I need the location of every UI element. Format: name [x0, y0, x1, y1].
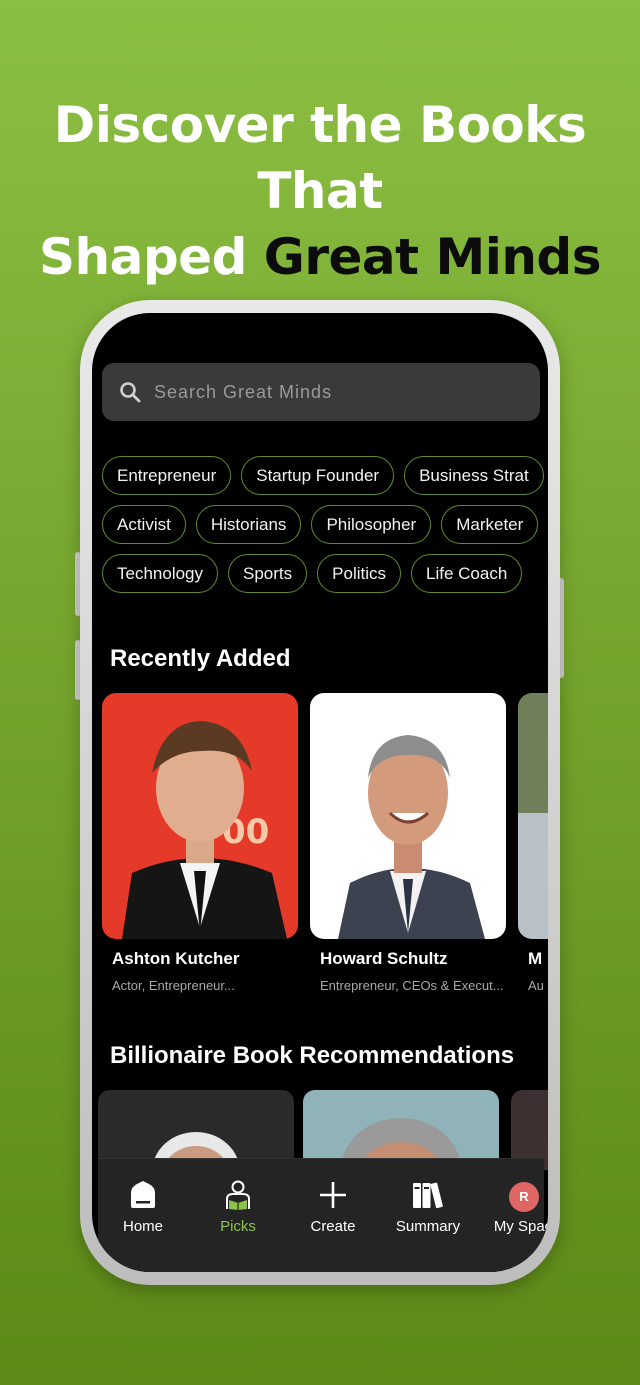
nav-home-label: Home	[122, 1218, 163, 1235]
nav-my-space[interactable]: R My Spac	[478, 1159, 548, 1239]
category-chip-row-1: Entrepreneur Startup Founder Business St…	[102, 456, 548, 495]
nav-picks-label: Picks	[220, 1218, 256, 1235]
avatar: R	[509, 1182, 539, 1212]
chip-technology[interactable]: Technology	[102, 554, 219, 593]
person-role: Actor, Entrepreneur...	[112, 978, 235, 993]
person-photo: 00	[102, 693, 298, 939]
headline-great-minds: Great Minds	[263, 228, 602, 286]
category-chip-row-2: Activist Historians Philosopher Marketer	[102, 505, 548, 544]
search-input[interactable]	[154, 371, 524, 413]
chip-sports[interactable]: Sports	[228, 554, 308, 593]
chip-philosopher[interactable]: Philosopher	[311, 505, 432, 544]
books-icon	[413, 1182, 443, 1209]
chip-politics[interactable]: Politics	[317, 554, 402, 593]
nav-summary[interactable]: Summary	[383, 1159, 473, 1239]
person-name: M	[528, 949, 543, 968]
marketing-headline: Discover the Books That Shaped Great Min…	[0, 92, 640, 290]
headline-line-2: Shaped Great Minds	[0, 224, 640, 290]
chip-entrepreneur[interactable]: Entrepreneur	[102, 456, 232, 495]
person-name: Howard Schultz	[320, 949, 448, 968]
headline-line-1: Discover the Books That	[53, 96, 587, 220]
nav-home[interactable]: Home	[98, 1159, 188, 1239]
chip-business-strategy[interactable]: Business Strat	[404, 456, 544, 495]
person-role: Entrepreneur, CEOs & Execut...	[320, 978, 504, 993]
phone-screen: Entrepreneur Startup Founder Business St…	[92, 313, 548, 1272]
nav-my-space-label: My Spac	[493, 1218, 548, 1235]
chip-historians[interactable]: Historians	[195, 505, 302, 544]
nav-picks[interactable]: Picks	[193, 1159, 283, 1239]
person-name: Ashton Kutcher	[112, 949, 240, 968]
nav-summary-label: Summary	[395, 1218, 461, 1235]
person-card-partial[interactable]: M Au	[518, 693, 548, 993]
person-card-ashton-kutcher[interactable]: 00 Ashton Kutcher Actor, Entrepreneur...	[102, 693, 298, 993]
bottom-navigation: Home Picks Create Summary R My Spac	[98, 1158, 548, 1272]
person-card-howard-schultz[interactable]: Howard Schultz Entrepreneur, CEOs & Exec…	[310, 693, 506, 993]
billionaire-section-title: Billionaire Book Recommendations	[110, 1042, 515, 1069]
chip-life-coach[interactable]: Life Coach	[411, 554, 523, 593]
nav-create[interactable]: Create	[288, 1159, 378, 1239]
search-icon	[120, 382, 141, 403]
chip-startup-founder[interactable]: Startup Founder	[241, 456, 395, 495]
home-icon	[131, 1181, 155, 1208]
person-photo	[518, 693, 548, 939]
app-content: Entrepreneur Startup Founder Business St…	[98, 313, 548, 1272]
headline-shaped: Shaped	[39, 228, 247, 286]
category-chip-row-3: Technology Sports Politics Life Coach	[102, 554, 548, 593]
recently-added-title: Recently Added	[110, 645, 291, 672]
person-photo	[310, 693, 506, 939]
nav-create-label: Create	[310, 1218, 356, 1235]
search-bar[interactable]	[102, 363, 540, 421]
chip-activist[interactable]: Activist	[102, 505, 186, 544]
person-role: Au	[528, 978, 544, 993]
plus-icon	[320, 1182, 346, 1208]
reader-icon	[226, 1180, 250, 1210]
chip-marketer[interactable]: Marketer	[441, 505, 539, 544]
